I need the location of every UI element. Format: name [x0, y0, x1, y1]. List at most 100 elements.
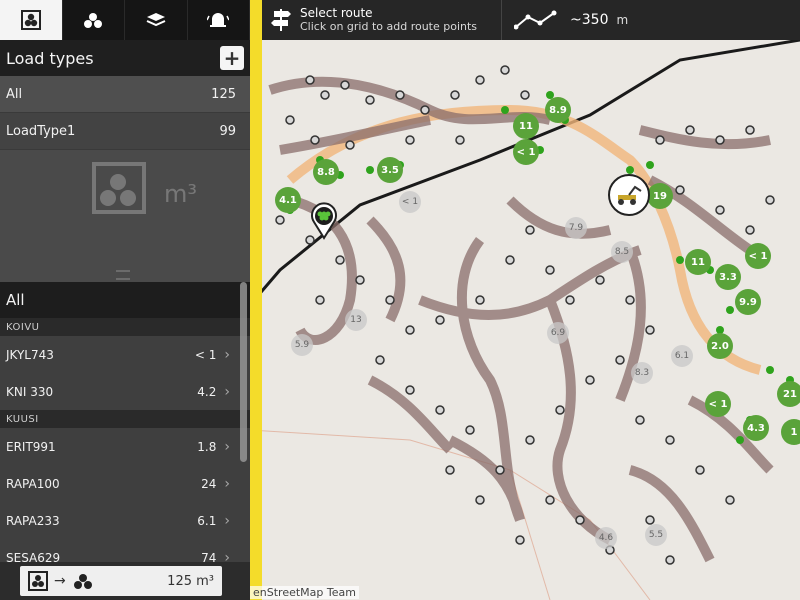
group-header: KUUSI: [0, 410, 250, 428]
chevron-right-icon: ›: [224, 346, 230, 363]
log-pile-icon: [84, 13, 103, 28]
marker-label: 11: [691, 256, 705, 268]
list-item[interactable]: RAPA100 24 ›: [0, 465, 250, 502]
item-name: RAPA233: [6, 513, 60, 528]
volume-marker-green[interactable]: 3.5: [377, 157, 403, 183]
panel-title: Load types: [6, 48, 94, 68]
list-item[interactable]: RAPA233 6.1 ›: [0, 502, 250, 539]
marker-label: 3.5: [381, 164, 399, 176]
chevron-right-icon: ›: [224, 475, 230, 492]
tab-layers[interactable]: [125, 0, 188, 40]
arrow-right-icon: →: [54, 573, 66, 589]
volume-marker-green[interactable]: 8.8: [313, 159, 339, 185]
item-name: RAPA100: [6, 476, 60, 491]
list-item[interactable]: ERIT991 1.8 ›: [0, 428, 250, 465]
item-value: 6.1: [197, 513, 217, 528]
distance-unit: m: [616, 13, 629, 27]
marker-label: 4.1: [279, 194, 297, 206]
app-root: 8.9 11 < 1 8.8 3.5 4.1 19 11 < 1 3.3 9.9 2.0 < 1 21 4.…: [0, 0, 800, 600]
marker-label: 4.3: [747, 422, 765, 434]
map-attribution[interactable]: enStreetMap Team: [250, 586, 359, 599]
forwarder-machine-icon[interactable]: [608, 174, 650, 216]
volume-marker-green[interactable]: 3.3: [715, 264, 741, 290]
load-types-list: All 125 LoadType1 99 m³: [0, 76, 250, 282]
map-canvas[interactable]: 8.9 11 < 1 8.8 3.5 4.1 19 11 < 1 3.3 9.9 2.0 < 1 21 4.…: [250, 0, 800, 600]
volume-marker-green[interactable]: 11: [513, 113, 539, 139]
route-title: Select route: [300, 6, 373, 20]
volume-marker-green[interactable]: 11: [685, 249, 711, 275]
marker-label: 21: [783, 388, 797, 400]
route-instructions: Select route Click on grid to add route …: [300, 6, 477, 34]
load-types-header: Load types +: [0, 40, 250, 76]
volume-marker-green[interactable]: 4.3: [743, 415, 769, 441]
item-value: 4.2: [197, 384, 217, 399]
layers-icon: [146, 13, 166, 27]
marker-label: 3.3: [719, 271, 737, 283]
volume-marker-green[interactable]: 1: [781, 419, 800, 445]
chevron-right-icon: ›: [224, 438, 230, 455]
volume-marker-green[interactable]: 9.9: [735, 289, 761, 315]
volume-marker-green[interactable]: < 1: [745, 243, 771, 269]
marker-label: 6.9: [550, 328, 566, 338]
volume-marker-green[interactable]: 8.9: [545, 97, 571, 123]
distance-value: ~350: [570, 12, 609, 28]
volume-marker-gray[interactable]: 5.5: [645, 524, 667, 546]
load-type-name: LoadType1: [6, 123, 76, 139]
item-name: JKYL743: [6, 347, 54, 362]
map-svg[interactable]: [250, 0, 800, 600]
marker-label: 8.3: [634, 368, 650, 378]
load-transfer-button[interactable]: → 125 m³: [20, 566, 222, 596]
list-item[interactable]: JKYL743 < 1 ›: [0, 336, 250, 373]
volume-marker-gray[interactable]: 6.9: [547, 322, 569, 344]
volume-marker-green[interactable]: < 1: [705, 391, 731, 417]
marker-label: 4.6: [598, 533, 614, 543]
tab-loads[interactable]: [0, 0, 63, 40]
volume-marker-green[interactable]: 21: [777, 381, 800, 407]
load-type-name: All: [6, 86, 23, 102]
volume-marker-gray[interactable]: 6.1: [671, 345, 693, 367]
volume-marker-gray[interactable]: 4.6: [595, 527, 617, 549]
map-pin-icon[interactable]: [310, 200, 338, 240]
marker-label: 8.8: [317, 166, 335, 178]
load-type-row[interactable]: All 125: [0, 76, 250, 113]
item-name: KNI 330: [6, 384, 54, 399]
marker-label: < 1: [708, 398, 728, 410]
marker-label: 7.9: [568, 223, 584, 233]
list-item[interactable]: KNI 330 4.2 ›: [0, 373, 250, 410]
group-header: KOIVU: [0, 318, 250, 336]
marker-label: 13: [350, 315, 362, 325]
volume-marker-gray[interactable]: 7.9: [565, 217, 587, 239]
marker-label: 5.9: [294, 340, 310, 350]
volume-marker-gray[interactable]: 8.5: [611, 241, 633, 263]
route-distance: ~350 m: [502, 9, 628, 31]
volume-marker-gray[interactable]: 8.3: [631, 362, 653, 384]
tab-logs[interactable]: [63, 0, 125, 40]
list-scrollbar[interactable]: [240, 282, 247, 462]
load-type-value: 99: [219, 123, 236, 139]
item-value: 24: [201, 476, 217, 491]
route-line-icon: [514, 10, 557, 30]
chevron-right-icon: ›: [224, 383, 230, 400]
volume-marker-gray[interactable]: 13: [345, 309, 367, 331]
volume-marker-green[interactable]: 19: [647, 183, 673, 209]
volume-marker-gray[interactable]: 5.9: [291, 334, 313, 356]
add-load-type-button[interactable]: +: [220, 46, 244, 70]
volume-marker-green[interactable]: < 1: [513, 139, 539, 165]
item-value: < 1: [194, 347, 217, 362]
item-name: ERIT991: [6, 439, 56, 454]
load-type-row[interactable]: LoadType1 99: [0, 113, 250, 150]
volume-marker-green[interactable]: 4.1: [275, 187, 301, 213]
marker-label: < 1: [401, 197, 419, 207]
marker-label: 11: [519, 120, 533, 132]
marker-label: < 1: [516, 146, 536, 158]
route-subtitle: Click on grid to add route points: [300, 20, 478, 33]
marker-label: 2.0: [711, 340, 729, 352]
tab-alerts[interactable]: [188, 0, 250, 40]
sidebar: Load types + All 125 LoadType1 99 m³ All…: [0, 0, 250, 600]
resize-handle[interactable]: [116, 270, 130, 280]
volume-marker-green[interactable]: 2.0: [707, 333, 733, 359]
volume-marker-gray[interactable]: < 1: [399, 191, 421, 213]
item-value: 1.8: [197, 439, 217, 454]
signpost-icon[interactable]: [262, 0, 300, 40]
load-bin-icon: [20, 10, 41, 30]
